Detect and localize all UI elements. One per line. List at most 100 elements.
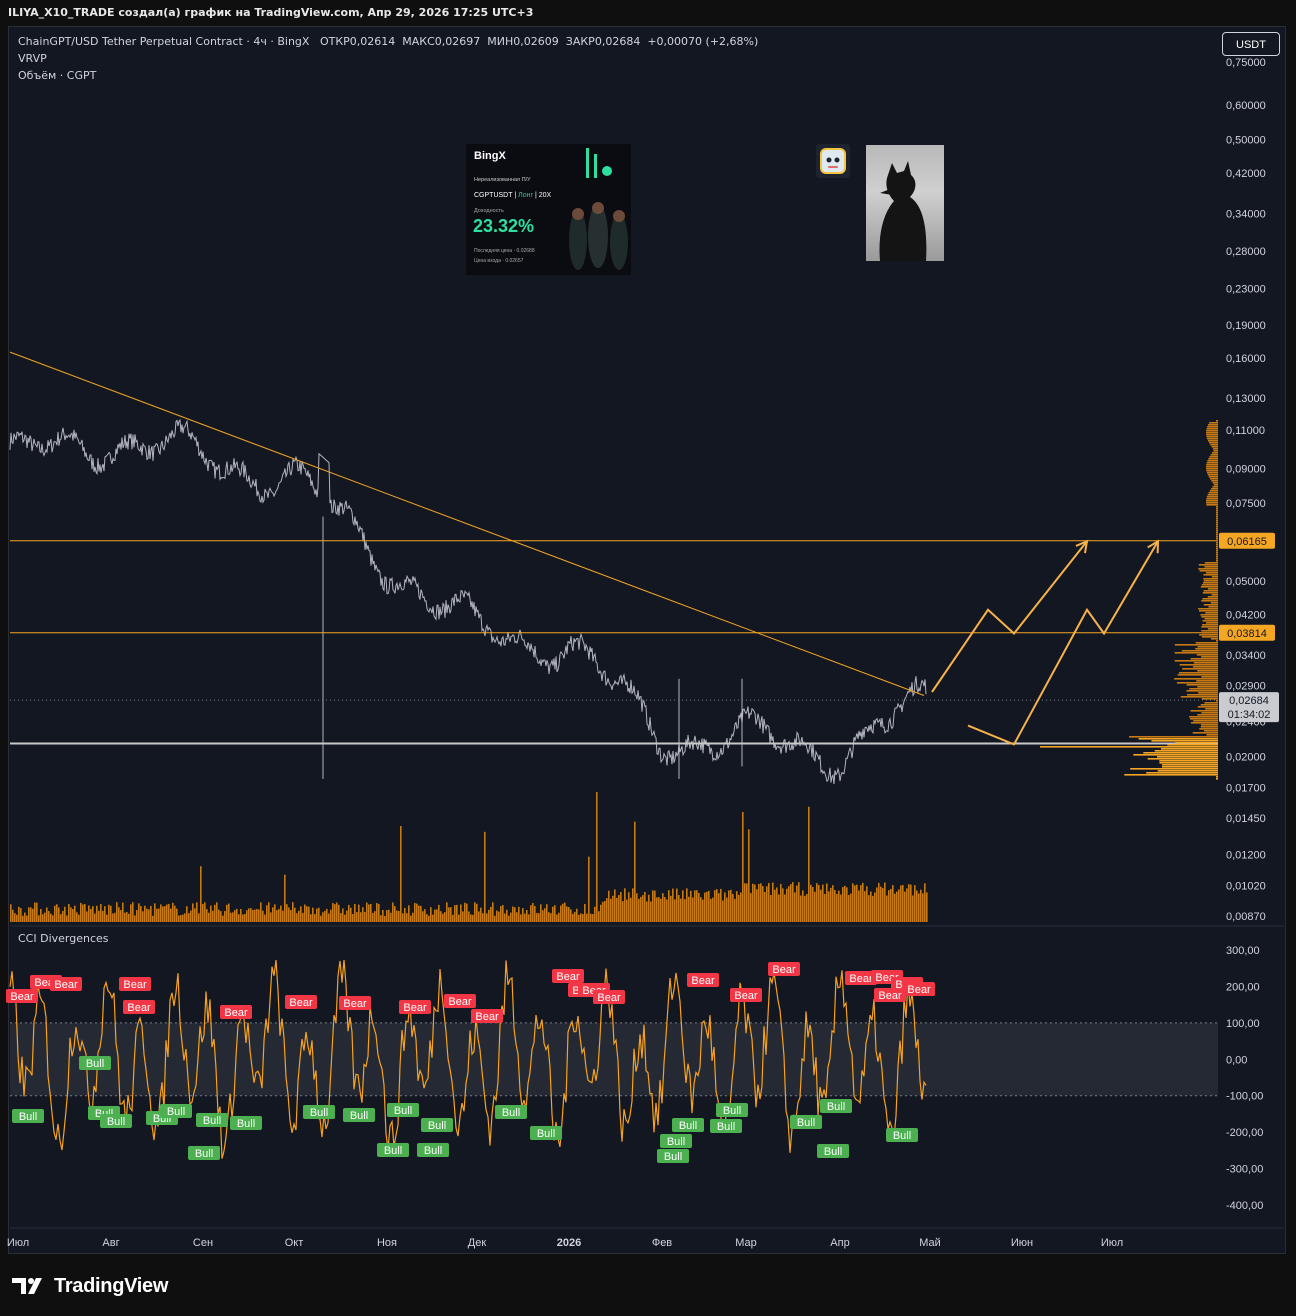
volume-bar	[600, 904, 602, 922]
volume-profile-bar	[1212, 486, 1218, 488]
volume-profile-bar	[1199, 634, 1218, 636]
volume-bar	[306, 906, 308, 922]
volume-profile-bar	[1216, 510, 1218, 512]
volume-bar	[510, 912, 512, 922]
volume-bar	[922, 893, 924, 922]
time-axis-tick: Сен	[193, 1237, 213, 1249]
high-value: 0,02697	[434, 35, 481, 48]
volume-bar	[198, 913, 200, 922]
volume-bar	[202, 904, 204, 922]
price-series-line[interactable]	[9, 418, 927, 785]
price-axis-tick: 0,19000	[1226, 320, 1266, 332]
volume-profile-bar	[1193, 662, 1218, 664]
volume-profile-bar	[1208, 458, 1218, 460]
currency-button[interactable]: USDT	[1222, 32, 1280, 56]
volume-bar	[40, 908, 42, 922]
volume-bar	[800, 895, 802, 922]
dog-silhouette-icon	[879, 161, 927, 261]
volume-profile-bar	[1216, 532, 1218, 534]
volume-bar	[146, 908, 148, 922]
volume-bar	[688, 896, 690, 922]
volume-profile-bar	[1208, 492, 1218, 494]
price-axis-tick: 0,13000	[1226, 393, 1266, 405]
volume-bar	[272, 907, 274, 922]
volume-profile-bar	[1198, 568, 1218, 570]
price-axis-tick: 0,50000	[1226, 135, 1266, 147]
volume-profile-bar	[1203, 730, 1218, 732]
bear-signal-label-text: Bear	[907, 984, 931, 996]
volume-profile-bar	[1209, 422, 1218, 424]
volume-bar	[542, 910, 544, 922]
volume-bar	[594, 906, 596, 922]
chart-canvas[interactable]: BearBearBear BearBear BearBear Bear Bear Bear…	[0, 0, 1296, 1316]
volume-bar	[760, 883, 762, 922]
bear-signal-label-text: Bear	[772, 964, 796, 976]
volume-bar	[680, 898, 682, 922]
volume-bar	[624, 888, 626, 922]
volume-profile-bar	[1159, 760, 1218, 762]
cci-axis-tick: 0,00	[1226, 1054, 1247, 1066]
volume-bar	[312, 907, 314, 922]
bear-signal-label-text: Bear	[475, 1011, 499, 1023]
open-label: ОТКР	[319, 35, 350, 48]
volume-bar	[890, 888, 892, 922]
volume-bar	[184, 913, 186, 922]
symbol-name[interactable]: ChainGPT/USD Tether Perpetual Contract ·…	[18, 35, 309, 48]
volume-bar	[182, 914, 184, 922]
volume-bar	[858, 890, 860, 922]
volume-profile-bar	[1124, 774, 1218, 776]
bear-signal-label-text: Bear	[878, 990, 902, 1002]
volume-bar	[852, 883, 854, 922]
bull-signal-label-text: Bull	[502, 1107, 520, 1119]
volume-bar	[764, 891, 766, 922]
time-axis-tick: Июл	[1101, 1237, 1123, 1249]
projection-path[interactable]	[931, 540, 1088, 693]
volume-bar	[646, 901, 648, 922]
volume-bar	[282, 910, 284, 922]
volume-bar	[660, 898, 662, 922]
volume-bar	[738, 894, 740, 922]
volume-bar	[652, 890, 654, 922]
price-axis-tick: 0,05000	[1226, 576, 1266, 588]
volume-profile-bar	[1202, 592, 1218, 594]
robot-icon	[820, 148, 846, 174]
volume-bar	[604, 900, 606, 922]
volume-bar	[114, 912, 116, 922]
volume-bar	[250, 908, 252, 922]
volume-profile-bar	[1211, 576, 1218, 578]
volume-bar	[836, 893, 838, 922]
volume-profile-bar	[1198, 692, 1218, 694]
volume-bar	[826, 883, 828, 922]
volume-bar	[420, 905, 422, 922]
volume-bar	[264, 914, 266, 922]
volume-bar	[338, 904, 340, 922]
volume-profile-bar	[1201, 656, 1218, 658]
descending-trendline[interactable]	[9, 351, 925, 696]
volume-bar	[668, 890, 670, 922]
volume-bar	[130, 904, 132, 922]
volume-bar	[870, 891, 872, 922]
bull-signal-label-text: Bull	[664, 1151, 682, 1163]
volume-bar	[810, 884, 812, 922]
cci-pane-title[interactable]: CCI Divergences	[18, 932, 109, 945]
volume-bar	[838, 890, 840, 922]
bull-signal-label-text: Bull	[827, 1101, 845, 1113]
volume-bar	[332, 903, 334, 922]
volume-profile-bar	[1197, 686, 1218, 688]
volume-bar	[120, 910, 122, 922]
volume-bar	[778, 894, 780, 922]
volume-bar	[162, 906, 164, 922]
tradingview-brand[interactable]: TradingView	[12, 1274, 168, 1298]
volume-bar	[630, 897, 632, 922]
volume-profile-bar	[1174, 644, 1218, 646]
volume-bar	[454, 905, 456, 922]
volume-bar	[444, 912, 446, 922]
indicator-vrvp[interactable]: VRVP	[18, 52, 47, 65]
volume-bar	[42, 914, 44, 922]
volume-bar	[774, 889, 776, 922]
volume-profile-bar	[1197, 706, 1218, 708]
indicator-volume[interactable]: Объём · CGPT	[18, 69, 96, 82]
bull-signal-label-text: Bull	[797, 1117, 815, 1129]
symbol-legend[interactable]: ChainGPT/USD Tether Perpetual Contract ·…	[18, 35, 758, 48]
volume-profile-bar	[1201, 600, 1218, 602]
